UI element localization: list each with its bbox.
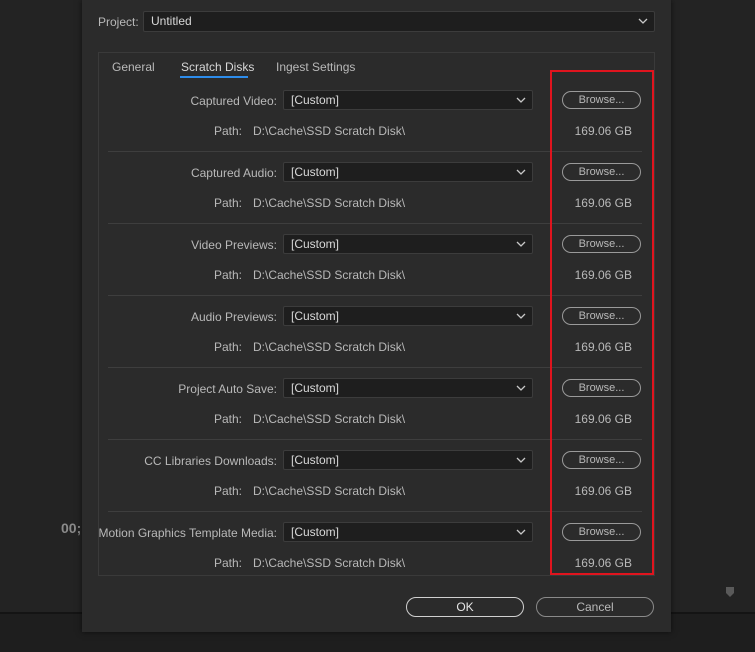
- chevron-down-icon: [516, 169, 526, 175]
- project-auto-save-path-value: D:\Cache\SSD Scratch Disk\: [253, 412, 406, 426]
- project-auto-save-label: Project Auto Save:: [178, 382, 277, 396]
- project-select-value: Untitled: [151, 14, 192, 28]
- captured-audio-select[interactable]: [Custom]: [283, 162, 533, 182]
- project-select[interactable]: Untitled: [143, 11, 655, 32]
- video-previews-path-label: Path:: [214, 268, 243, 282]
- audio-previews-select[interactable]: [Custom]: [283, 306, 533, 326]
- project-auto-save-path-label: Path:: [214, 412, 243, 426]
- project-row: Project:: [98, 11, 147, 33]
- captured-audio-select-value: [Custom]: [291, 165, 340, 179]
- cc-libraries-downloads-label: CC Libraries Downloads:: [144, 454, 277, 468]
- chevron-down-icon: [638, 18, 648, 24]
- captured-video-path-label: Path:: [214, 124, 243, 138]
- chevron-down-icon: [516, 97, 526, 103]
- audio-previews-select-value: [Custom]: [291, 309, 340, 323]
- cc-libraries-downloads-path-label: Path:: [214, 484, 243, 498]
- cc-libraries-downloads-select[interactable]: [Custom]: [283, 450, 533, 470]
- cc-libraries-downloads-path-value: D:\Cache\SSD Scratch Disk\: [253, 484, 406, 498]
- video-previews-label: Video Previews:: [191, 238, 277, 252]
- audio-previews-label: Audio Previews:: [190, 310, 277, 324]
- captured-video-label: Captured Video:: [190, 94, 277, 108]
- active-tab-indicator: [180, 76, 248, 78]
- audio-previews-path-value: D:\Cache\SSD Scratch Disk\: [253, 340, 406, 354]
- motion-graphics-template-media-select-value: [Custom]: [291, 525, 340, 539]
- motion-graphics-template-media-path-value: D:\Cache\SSD Scratch Disk\: [253, 556, 406, 570]
- project-auto-save-select-value: [Custom]: [291, 381, 340, 395]
- project-auto-save-select[interactable]: [Custom]: [283, 378, 533, 398]
- background-timecode: 00;: [61, 520, 82, 536]
- ok-button[interactable]: OK: [406, 597, 524, 617]
- video-previews-path-value: D:\Cache\SSD Scratch Disk\: [253, 268, 406, 282]
- browse-column-highlight: [550, 70, 654, 575]
- playhead-marker-icon: [726, 587, 734, 597]
- captured-video-select-value: [Custom]: [291, 93, 340, 107]
- motion-graphics-template-media-select[interactable]: [Custom]: [283, 522, 533, 542]
- audio-previews-path-label: Path:: [214, 340, 243, 354]
- captured-video-select[interactable]: [Custom]: [283, 90, 533, 110]
- video-previews-select[interactable]: [Custom]: [283, 234, 533, 254]
- cc-libraries-downloads-select-value: [Custom]: [291, 453, 340, 467]
- captured-audio-path-value: D:\Cache\SSD Scratch Disk\: [253, 196, 406, 210]
- tab-general[interactable]: General: [112, 60, 155, 74]
- cancel-button[interactable]: Cancel: [536, 597, 654, 617]
- motion-graphics-template-media-label: Motion Graphics Template Media:: [98, 526, 277, 540]
- captured-audio-label: Captured Audio:: [190, 166, 277, 180]
- chevron-down-icon: [516, 241, 526, 247]
- chevron-down-icon: [516, 529, 526, 535]
- chevron-down-icon: [516, 457, 526, 463]
- chevron-down-icon: [516, 385, 526, 391]
- video-previews-select-value: [Custom]: [291, 237, 340, 251]
- captured-audio-path-label: Path:: [214, 196, 243, 210]
- tab-scratch-disks[interactable]: Scratch Disks: [181, 60, 254, 74]
- captured-video-path-value: D:\Cache\SSD Scratch Disk\: [253, 124, 406, 138]
- motion-graphics-template-media-path-label: Path:: [214, 556, 243, 570]
- tab-ingest-settings[interactable]: Ingest Settings: [276, 60, 355, 74]
- chevron-down-icon: [516, 313, 526, 319]
- project-label: Project:: [98, 15, 139, 29]
